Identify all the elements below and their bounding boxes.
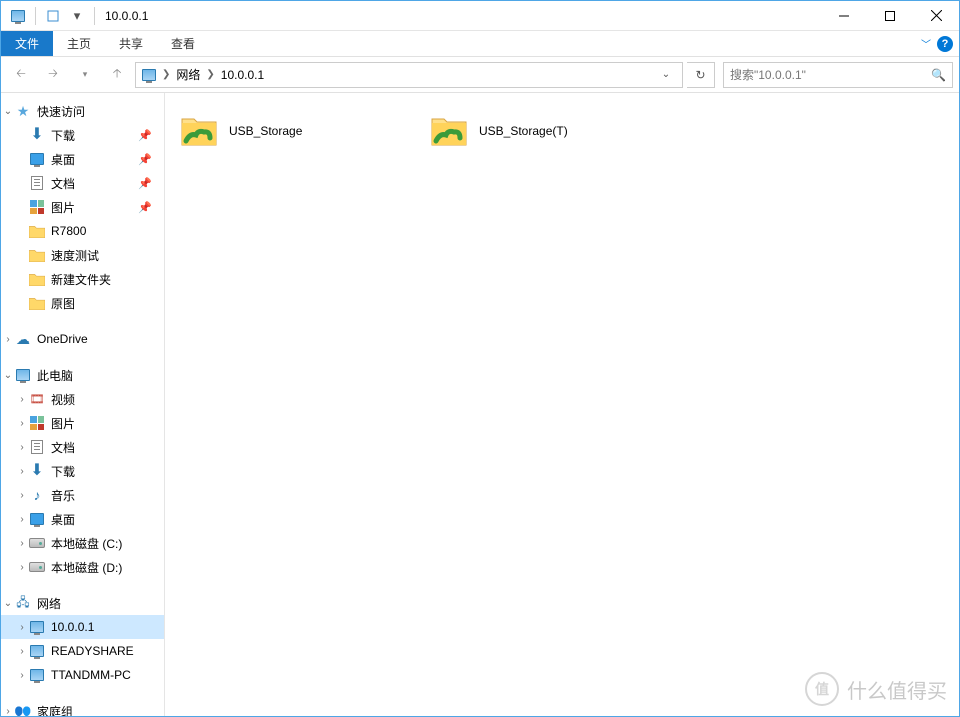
share-item[interactable]: USB_Storage [175, 107, 425, 155]
tree-downloads-pc[interactable]: › ⬇ 下载 [1, 459, 164, 483]
tree-network-host[interactable]: › TTANDMM-PC [1, 663, 164, 687]
music-icon: ♪ [29, 487, 45, 503]
search-icon[interactable]: 🔍 [931, 68, 946, 82]
chevron-right-icon[interactable]: ❯ [204, 69, 216, 80]
tree-videos[interactable]: › 🎞 视频 [1, 387, 164, 411]
tree-music[interactable]: › ♪ 音乐 [1, 483, 164, 507]
chevron-right-icon[interactable]: ❯ [160, 69, 172, 80]
tree-network-host[interactable]: › READYSHARE [1, 639, 164, 663]
breadcrumb-network[interactable]: 网络 [174, 66, 202, 83]
refresh-button[interactable]: ↻ [687, 62, 715, 88]
network-icon: 🖧 [15, 595, 31, 611]
ribbon-tabs: 文件 主页 共享 查看 ﹀ ? [1, 31, 959, 57]
item-label: USB_Storage [229, 124, 302, 138]
search-placeholder: 搜索"10.0.0.1" [730, 66, 806, 83]
watermark-icon: 值 [805, 672, 839, 706]
tree-documents[interactable]: 文档 📌 [1, 171, 164, 195]
file-tab[interactable]: 文件 [1, 31, 53, 56]
pin-icon: 📌 [138, 129, 160, 142]
pin-icon: 📌 [138, 177, 160, 190]
pin-icon: 📌 [138, 201, 160, 214]
tree-downloads[interactable]: ⬇ 下载 📌 [1, 123, 164, 147]
pictures-icon [29, 199, 45, 215]
tree-recent-folder[interactable]: 速度测试 [1, 243, 164, 267]
address-bar[interactable]: ❯ 网络 ❯ 10.0.0.1 ⌄ [135, 62, 683, 88]
address-dropdown-icon[interactable]: ⌄ [654, 63, 678, 87]
homegroup-icon: 👥 [15, 703, 31, 716]
help-icon[interactable]: ? [937, 36, 953, 52]
document-icon [29, 175, 45, 191]
minimize-button[interactable] [821, 1, 867, 31]
network-share-icon [429, 111, 469, 151]
tree-this-pc[interactable]: ⌄ 此电脑 [1, 363, 164, 387]
document-icon [29, 439, 45, 455]
drive-icon [29, 535, 45, 551]
desktop-icon [29, 151, 45, 167]
tab-home[interactable]: 主页 [53, 31, 105, 56]
tree-quick-access[interactable]: ⌄★ 快速访问 [1, 99, 164, 123]
computer-icon [29, 619, 45, 635]
recent-locations-dropdown[interactable]: ▾ [71, 61, 99, 89]
tree-drive-c[interactable]: › 本地磁盘 (C:) [1, 531, 164, 555]
tab-share[interactable]: 共享 [105, 31, 157, 56]
cloud-icon: ☁ [15, 331, 31, 347]
pictures-icon [29, 415, 45, 431]
tree-documents-pc[interactable]: › 文档 [1, 435, 164, 459]
navigation-bar: 🡠 🡢 ▾ 🡡 ❯ 网络 ❯ 10.0.0.1 ⌄ ↻ 搜索"10.0.0.1"… [1, 57, 959, 93]
folder-icon [29, 295, 45, 311]
tree-network-host[interactable]: › 10.0.0.1 [1, 615, 164, 639]
pin-icon: 📌 [138, 153, 160, 166]
folder-icon [29, 223, 45, 239]
network-share-icon [179, 111, 219, 151]
download-icon: ⬇ [29, 127, 45, 143]
item-label: USB_Storage(T) [479, 124, 568, 138]
tree-homegroup[interactable]: ›👥 家庭组 [1, 699, 164, 716]
system-menu-icon[interactable] [7, 5, 29, 27]
back-button[interactable]: 🡠 [7, 61, 35, 89]
watermark: 值 什么值得买 [805, 672, 947, 706]
breadcrumb-host[interactable]: 10.0.0.1 [219, 68, 266, 82]
maximize-button[interactable] [867, 1, 913, 31]
desktop-icon [29, 511, 45, 527]
ribbon-expand-icon[interactable]: ﹀ [921, 36, 931, 51]
share-item[interactable]: USB_Storage(T) [425, 107, 675, 155]
qat-properties-icon[interactable] [42, 5, 64, 27]
tree-recent-folder[interactable]: 新建文件夹 [1, 267, 164, 291]
search-input[interactable]: 搜索"10.0.0.1" 🔍 [723, 62, 953, 88]
tree-desktop[interactable]: 桌面 📌 [1, 147, 164, 171]
tab-view[interactable]: 查看 [157, 31, 209, 56]
tree-pictures[interactable]: 图片 📌 [1, 195, 164, 219]
computer-icon [15, 367, 31, 383]
folder-icon [29, 247, 45, 263]
download-icon: ⬇ [29, 463, 45, 479]
content-pane[interactable]: USB_Storage USB_Storage(T) 值 什么值得买 [165, 93, 959, 716]
forward-button[interactable]: 🡢 [39, 61, 67, 89]
window-title: 10.0.0.1 [99, 9, 148, 23]
qat-dropdown-icon[interactable]: ▾ [66, 5, 88, 27]
video-icon: 🎞 [29, 391, 45, 407]
tree-drive-d[interactable]: › 本地磁盘 (D:) [1, 555, 164, 579]
tree-onedrive[interactable]: ›☁ OneDrive [1, 327, 164, 351]
title-bar: ▾ 10.0.0.1 [1, 1, 959, 31]
folder-icon [29, 271, 45, 287]
close-button[interactable] [913, 1, 959, 31]
tree-pictures-pc[interactable]: › 图片 [1, 411, 164, 435]
navigation-pane[interactable]: ⌄★ 快速访问 ⬇ 下载 📌 桌面 📌 文档 📌 [1, 93, 165, 716]
explorer-window: ▾ 10.0.0.1 文件 主页 共享 查看 ﹀ ? 🡠 🡢 ▾ 🡡 ❯ 网络 … [0, 0, 960, 717]
drive-icon [29, 559, 45, 575]
up-button[interactable]: 🡡 [103, 61, 131, 89]
star-icon: ★ [15, 103, 31, 119]
tree-network[interactable]: ⌄🖧 网络 [1, 591, 164, 615]
computer-icon [29, 667, 45, 683]
tree-recent-folder[interactable]: R7800 [1, 219, 164, 243]
tree-desktop-pc[interactable]: › 桌面 [1, 507, 164, 531]
tree-recent-folder[interactable]: 原图 [1, 291, 164, 315]
quick-access-toolbar: ▾ [1, 5, 99, 27]
address-root-icon[interactable] [140, 69, 158, 81]
computer-icon [29, 643, 45, 659]
